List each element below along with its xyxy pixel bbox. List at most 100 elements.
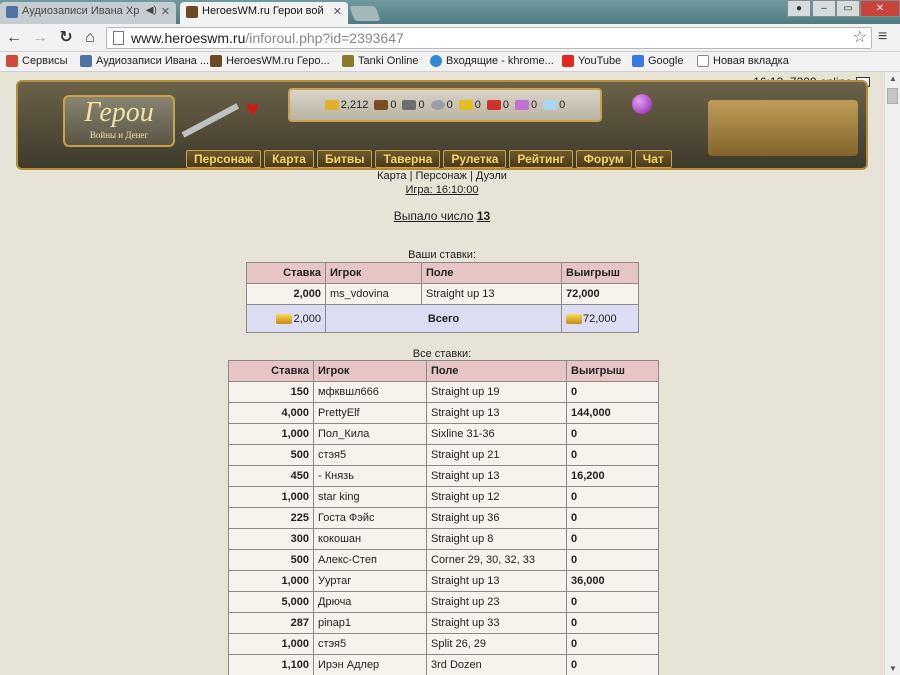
- mana-orb-icon[interactable]: [632, 94, 652, 114]
- nav-tavern[interactable]: Таверна: [375, 150, 441, 168]
- table-row: 1,100 Ирэн Адлер 3rd Dozen 0: [228, 654, 659, 675]
- bookmark-youtube[interactable]: YouTube: [562, 55, 621, 67]
- maximize-button[interactable]: ▭: [836, 0, 860, 17]
- table-header: Ставка Игрок Поле Выигрыш: [228, 360, 659, 382]
- user-icon[interactable]: ●: [787, 0, 811, 17]
- health-heart-icon[interactable]: ♥: [246, 96, 259, 122]
- col-winnings: Выигрыш: [566, 360, 659, 382]
- table-row: 1,000 Ууртаг Straight up 13 36,000: [228, 570, 659, 592]
- tab-title: Аудиозаписи Ивана Хр: [22, 5, 140, 17]
- close-tab-icon[interactable]: ✕: [333, 5, 342, 18]
- bookmark-label: Аудиозаписи Ивана ...: [96, 55, 210, 67]
- scroll-down-icon[interactable]: ▼: [889, 664, 897, 673]
- nav-rating[interactable]: Рейтинг: [509, 150, 573, 168]
- bookmark-label: HeroesWM.ru Геро...: [226, 55, 330, 67]
- mercury-icon: [430, 100, 445, 110]
- bookmark-audio[interactable]: Аудиозаписи Ивана ...: [80, 55, 209, 67]
- result-number[interactable]: 13: [477, 209, 490, 223]
- gold-icon: [566, 313, 582, 324]
- bookmark-tanki[interactable]: Tanki Online: [342, 55, 419, 67]
- game-nav: Персонаж Карта Битвы Таверна Рулетка Рей…: [186, 150, 714, 170]
- nav-map[interactable]: Карта: [264, 150, 314, 168]
- back-arrow-icon[interactable]: ←: [4, 28, 24, 48]
- nav-character[interactable]: Персонаж: [186, 150, 262, 168]
- crystal-icon: [486, 100, 501, 110]
- link-map[interactable]: Карта: [377, 170, 406, 182]
- bookmark-inbox[interactable]: Входящие - khrome...: [430, 55, 554, 67]
- bookmark-google[interactable]: Google: [632, 55, 683, 67]
- resource-diamonds: 0: [543, 99, 565, 111]
- close-window-button[interactable]: ✕: [860, 0, 900, 17]
- bookmark-label: Новая вкладка: [713, 55, 789, 67]
- resource-crystal: 0: [486, 99, 509, 111]
- reload-icon[interactable]: ↻: [56, 28, 76, 48]
- city-image: [708, 100, 858, 156]
- table-row: 300 кокошан Straight up 80: [228, 528, 659, 550]
- bookmark-star-icon[interactable]: ☆: [853, 28, 867, 48]
- link-duels[interactable]: Дуэли: [476, 170, 507, 182]
- bookmark-services[interactable]: Сервисы: [6, 55, 68, 67]
- all-bets-caption: Все ставки:: [412, 348, 472, 360]
- gems-icon: [514, 100, 529, 110]
- game-time: Игра: 16:10:00: [0, 184, 884, 196]
- forward-arrow-icon[interactable]: →: [30, 28, 50, 48]
- scroll-up-icon[interactable]: ▲: [889, 74, 897, 83]
- sword-icon: [181, 103, 240, 138]
- address-bar[interactable]: www.heroeswm.ru/inforoul.php?id=2393647 …: [106, 27, 872, 49]
- wood-icon: [374, 100, 389, 110]
- total-row: 2,000 Всего 72,000: [246, 304, 639, 333]
- page-icon: [697, 55, 709, 67]
- nav-forum[interactable]: Форум: [575, 150, 632, 168]
- resources-panel: 2,212 0 0 0 0 0 0 0: [288, 88, 602, 122]
- table-row: 500 стэя5 Straight up 21 0: [228, 444, 659, 466]
- bookmark-heroeswm[interactable]: HeroesWM.ru Геро...: [210, 55, 330, 67]
- menu-icon[interactable]: ≡: [878, 28, 887, 46]
- result-line: Выпало число 13: [0, 209, 884, 223]
- table-row: 150 мфквшл666 Straight up 19 0: [228, 381, 659, 403]
- scroll-thumb[interactable]: [887, 88, 898, 104]
- all-bets-table: Ставка Игрок Поле Выигрыш 150 мфквшл666 St…: [228, 360, 659, 675]
- total-label: Всего: [325, 304, 562, 333]
- col-field: Поле: [421, 262, 562, 284]
- my-bets-caption: Ваши ставки:: [408, 249, 476, 261]
- page-scrollbar[interactable]: ▲ ▼: [884, 72, 900, 675]
- bookmark-newtab[interactable]: Новая вкладка: [697, 55, 789, 67]
- sulfur-icon: [458, 100, 473, 110]
- url-host: www.heroeswm.ru: [131, 30, 246, 46]
- minimize-button[interactable]: –: [812, 0, 836, 17]
- logo-subtitle: Войны и Денег: [89, 130, 149, 140]
- nav-chat[interactable]: Чат: [634, 150, 672, 168]
- close-tab-icon[interactable]: ✕: [161, 5, 170, 18]
- page-icon: [113, 31, 124, 45]
- youtube-icon: [562, 55, 574, 67]
- result-label[interactable]: Выпало число: [394, 209, 474, 223]
- vk-icon: [80, 55, 92, 67]
- nav-battles[interactable]: Битвы: [316, 150, 373, 168]
- tank-icon: [342, 55, 354, 67]
- new-tab-button[interactable]: [349, 6, 381, 21]
- resource-gems: 0: [514, 99, 537, 111]
- table-row: 1,000 star king Straight up 12 0: [228, 486, 659, 508]
- game-logo[interactable]: Герои Войны и Денег: [63, 95, 175, 147]
- resource-mercury: 0: [430, 99, 453, 111]
- home-icon[interactable]: ⌂: [80, 28, 100, 48]
- ore-icon: [402, 100, 417, 110]
- resource-ore: 0: [402, 99, 425, 111]
- tab-title: HeroesWM.ru Герои вой: [202, 5, 324, 17]
- resource-wood: 0: [374, 99, 396, 111]
- table-header: Ставка Игрок Поле Выигрыш: [246, 262, 639, 284]
- link-game-time[interactable]: Игра: 16:10:00: [405, 184, 478, 196]
- link-character[interactable]: Персонаж: [415, 170, 466, 182]
- table-row: 2,000 ms_vdovina Straight up 13 72,000: [246, 283, 639, 305]
- table-row: 5,000 Дрюча Straight up 23 0: [228, 591, 659, 613]
- tab-strip: Аудиозаписи Ивана Хр ◀) ✕ HeroesWM.ru Ге…: [0, 0, 900, 24]
- total-win: 72,000: [583, 312, 617, 325]
- bookmark-label: Входящие - khrome...: [446, 55, 554, 67]
- game-banner: Герои Войны и Денег ♥ 2,212 0 0 0 0 0 0 …: [16, 80, 868, 170]
- tab-heroeswm[interactable]: HeroesWM.ru Герои вой ✕: [180, 2, 348, 24]
- speaker-icon[interactable]: ◀): [146, 5, 157, 16]
- gold-icon: [324, 100, 339, 110]
- tab-audio[interactable]: Аудиозаписи Ивана Хр ◀) ✕: [0, 2, 176, 24]
- logo-title: Герои: [84, 97, 154, 128]
- nav-roulette[interactable]: Рулетка: [443, 150, 507, 168]
